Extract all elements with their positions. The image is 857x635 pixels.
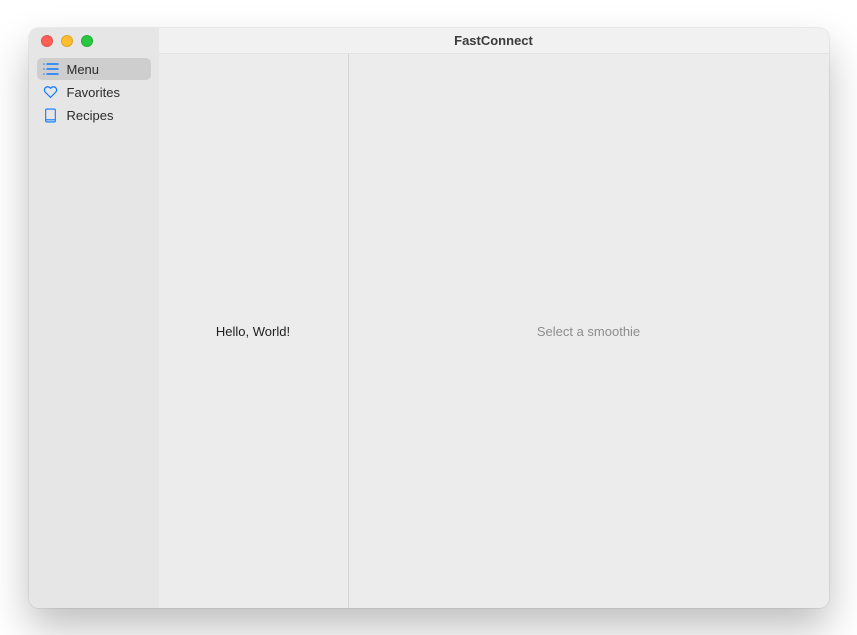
window-body: Menu Favorites Recipes — [29, 54, 829, 608]
app-window: FastConnect Menu — [29, 28, 829, 608]
sidebar-item-menu[interactable]: Menu — [37, 58, 151, 80]
sidebar: Menu Favorites Recipes — [29, 54, 159, 608]
hello-world-text: Hello, World! — [216, 324, 290, 339]
content-area: Hello, World! Select a smoothie — [159, 54, 829, 608]
sidebar-item-favorites[interactable]: Favorites — [37, 81, 151, 103]
close-button[interactable] — [41, 35, 53, 47]
traffic-light-group — [29, 28, 159, 54]
sidebar-item-label: Recipes — [67, 108, 114, 123]
zoom-button[interactable] — [81, 35, 93, 47]
detail-placeholder: Select a smoothie — [537, 324, 640, 339]
minimize-button[interactable] — [61, 35, 73, 47]
detail-pane: Select a smoothie — [349, 54, 829, 608]
sidebar-item-label: Favorites — [67, 85, 120, 100]
sidebar-item-label: Menu — [67, 62, 100, 77]
book-icon — [43, 107, 59, 123]
window-title: FastConnect — [454, 33, 533, 48]
sidebar-item-recipes[interactable]: Recipes — [37, 104, 151, 126]
title-bar: FastConnect — [29, 28, 829, 54]
secondary-pane: Hello, World! — [159, 54, 349, 608]
title-bar-main: FastConnect — [159, 28, 829, 54]
list-icon — [43, 61, 59, 77]
heart-icon — [43, 84, 59, 100]
